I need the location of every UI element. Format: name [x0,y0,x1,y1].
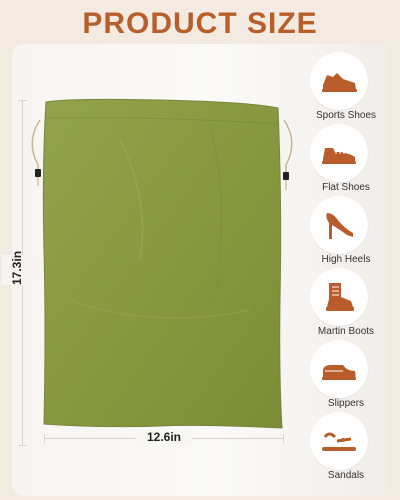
high-heel-icon [326,213,353,239]
sandal-icon [322,432,356,451]
width-dimension-label: 12.6in [136,430,192,446]
list-item-label: Sandals [327,470,365,481]
sports-shoe-icon [322,73,357,92]
flat-shoe-icon [322,148,356,164]
martin-boot-icon [326,283,354,311]
list-item-sandals: Sandals [302,408,394,481]
height-dimension-label: 17.3in [2,251,42,285]
slipper-icon [322,365,356,380]
list-item-martin-boots: Martin Boots [302,264,394,337]
list-item-flat-shoes: Flat Shoes [302,120,394,193]
list-item-high-heels: High Heels [302,192,394,265]
list-item-slippers: Slippers [302,336,394,409]
list-item-sports-shoes: Sports Shoes [302,48,394,121]
cord-lock-left [35,169,41,177]
cord-lock-right [283,172,289,180]
